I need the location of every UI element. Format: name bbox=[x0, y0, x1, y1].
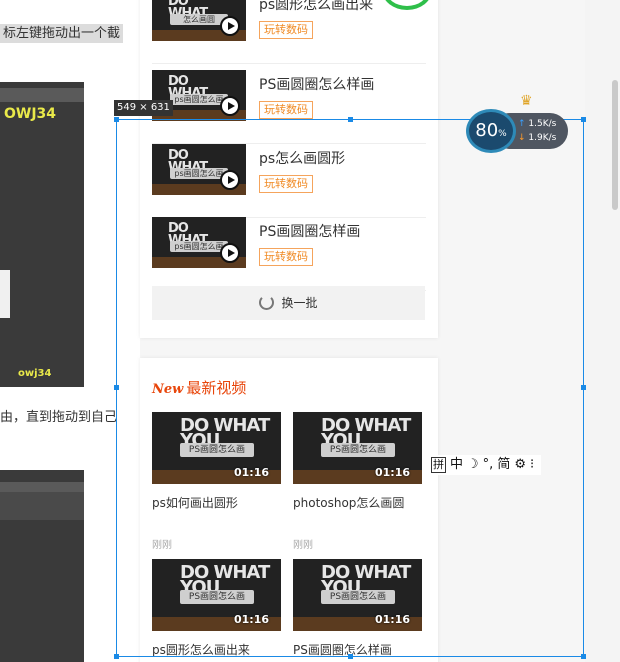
upload-arrow-icon: ↑ bbox=[518, 119, 526, 129]
video-thumbnail[interactable]: DO WHAT ps画圆怎么画 bbox=[152, 144, 246, 195]
video-thumbnail[interactable]: DO WHAT 怎么画圆 bbox=[152, 0, 246, 41]
section-title: 最新视频 bbox=[186, 379, 247, 397]
video-title[interactable]: PS画圆圈怎么样画 bbox=[293, 641, 422, 658]
section-header: New 最新视频 bbox=[152, 377, 246, 398]
more-icon[interactable]: ⁝ bbox=[530, 457, 534, 472]
video-tile[interactable]: DO WHAT YOU PS画圆怎么画 01:16 PS画圆圈怎么样画 bbox=[293, 559, 422, 658]
play-icon[interactable] bbox=[220, 170, 240, 190]
download-speed: ↓ 1.9K/s bbox=[518, 133, 557, 143]
duration-badge: 01:16 bbox=[233, 613, 269, 626]
video-title[interactable]: PS画圆圈怎样画 bbox=[259, 221, 360, 241]
publish-time: 刚刚 bbox=[293, 540, 313, 551]
video-thumbnail[interactable]: DO WHAT YOU PS画圆怎么画 01:16 bbox=[152, 559, 281, 631]
video-thumbnail[interactable]: DO WHAT YOU PS画圆怎么画 01:16 bbox=[293, 559, 422, 631]
video-title[interactable]: ps如何画出圆形 bbox=[152, 494, 281, 511]
refresh-icon bbox=[259, 295, 275, 310]
download-arrow-icon: ↓ bbox=[518, 133, 526, 143]
related-video-item[interactable]: DO WHAT ps画圆怎么画 PS画圆圈怎样画 玩转数码 bbox=[152, 217, 426, 291]
video-title[interactable]: ps怎么画圆形 bbox=[259, 148, 345, 168]
network-speed-widget[interactable]: 80% ↑ 1.5K/s ↓ 1.9K/s bbox=[466, 109, 570, 153]
refresh-label: 换一批 bbox=[281, 296, 318, 310]
refresh-batch-button[interactable]: 换一批 bbox=[152, 286, 425, 320]
related-videos-card: DO WHAT 怎么画圆 ps圆形怎么画出来 玩转数码 DO WHAT ps画圆… bbox=[140, 0, 438, 338]
video-tile[interactable]: DO WHAT YOU PS画圆怎么画 01:16 photoshop怎么画圆 刚… bbox=[293, 412, 422, 551]
chinese-english-toggle[interactable]: 中 bbox=[450, 457, 463, 472]
play-icon[interactable] bbox=[220, 16, 240, 36]
article-text-line-2: 由，直到拖动到自己 bbox=[0, 410, 118, 425]
publish-time: 刚刚 bbox=[152, 540, 172, 551]
play-icon[interactable] bbox=[220, 96, 240, 116]
new-badge: New bbox=[152, 382, 184, 397]
related-video-item[interactable]: DO WHAT ps画圆怎么画 PS画圆圈怎么样画 玩转数码 bbox=[152, 70, 426, 144]
video-thumbnail[interactable]: DO WHAT YOU PS画圆怎么画 01:16 bbox=[152, 412, 281, 484]
category-tag[interactable]: 玩转数码 bbox=[259, 248, 313, 266]
play-icon[interactable] bbox=[220, 243, 240, 263]
video-thumbnail[interactable]: DO WHAT YOU PS画圆怎么画 01:16 bbox=[293, 412, 422, 484]
ime-toolbar: 拼中 ☽ °, 简 ⚙ ⁝ bbox=[428, 455, 542, 475]
article-screenshot-image-2 bbox=[0, 470, 84, 662]
video-tile[interactable]: DO WHAT YOU PS画圆怎么画 01:16 ps圆形怎么画出来 bbox=[152, 559, 281, 658]
duration-badge: 01:16 bbox=[374, 613, 410, 626]
simplified-toggle[interactable]: 简 bbox=[497, 457, 510, 472]
video-title[interactable]: PS画圆圈怎么样画 bbox=[259, 74, 374, 94]
article-text-line-1: 标左键拖动出一个截 bbox=[0, 22, 124, 43]
punctuation-toggle[interactable]: °, bbox=[483, 457, 494, 472]
video-title[interactable]: photoshop怎么画圆 bbox=[293, 494, 422, 511]
video-title[interactable]: ps圆形怎么画出来 bbox=[259, 0, 373, 14]
related-video-item[interactable]: DO WHAT 怎么画圆 ps圆形怎么画出来 玩转数码 bbox=[152, 0, 426, 64]
video-tile[interactable]: DO WHAT YOU PS画圆怎么画 01:16 ps如何画出圆形 刚刚 bbox=[152, 412, 281, 551]
crown-icon: ♛ bbox=[520, 93, 533, 109]
latest-videos-card: New 最新视频 DO WHAT YOU PS画圆怎么画 01:16 ps如何画出圆… bbox=[140, 358, 438, 662]
moon-icon[interactable]: ☽ bbox=[467, 457, 479, 472]
article-screenshot-image: OWJ34 owj34 bbox=[0, 82, 84, 387]
category-tag[interactable]: 玩转数码 bbox=[259, 21, 313, 39]
sidebar-content: DO WHAT 怎么画圆 ps圆形怎么画出来 玩转数码 DO WHAT ps画圆… bbox=[140, 0, 585, 662]
related-video-item[interactable]: DO WHAT ps画圆怎么画 ps怎么画圆形 玩转数码 bbox=[152, 144, 426, 218]
selection-size-label: 549 × 631 bbox=[114, 100, 173, 116]
gear-icon[interactable]: ⚙ bbox=[514, 457, 526, 472]
pinyin-mode-button[interactable]: 拼 bbox=[431, 457, 446, 473]
upload-speed: ↑ 1.5K/s bbox=[518, 119, 557, 129]
category-tag[interactable]: 玩转数码 bbox=[259, 175, 313, 193]
video-title[interactable]: ps圆形怎么画出来 bbox=[152, 641, 281, 658]
duration-badge: 01:16 bbox=[233, 466, 269, 479]
category-tag[interactable]: 玩转数码 bbox=[259, 101, 313, 119]
memory-usage-gauge[interactable]: 80% bbox=[466, 109, 516, 153]
duration-badge: 01:16 bbox=[374, 466, 410, 479]
video-thumbnail[interactable]: DO WHAT ps画圆怎么画 bbox=[152, 217, 246, 268]
page-scrollbar[interactable] bbox=[612, 80, 618, 210]
